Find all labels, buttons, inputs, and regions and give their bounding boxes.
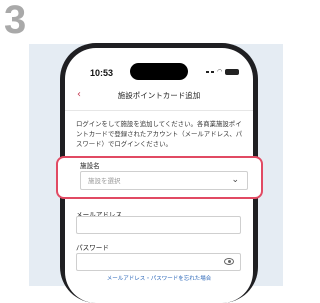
forgot-credentials-link[interactable]: メールアドレス・パスワードを忘れた場合 (65, 274, 253, 282)
battery-icon (225, 69, 239, 75)
signal-icon (206, 71, 209, 73)
wifi-icon: ◠ (217, 68, 223, 75)
chevron-down-icon: ⌄ (231, 175, 239, 185)
facility-placeholder: 施設を選択 (88, 177, 121, 185)
password-field[interactable] (76, 253, 241, 271)
password-label: パスワード (76, 244, 109, 252)
step-number: 3 (4, 0, 27, 42)
facility-select[interactable]: 施設を選択 ⌄ (80, 171, 248, 190)
nav-bar: ‹ 施設ポイントカード追加 (65, 82, 253, 111)
nav-title: 施設ポイントカード追加 (117, 91, 201, 100)
status-time: 10:53 (90, 68, 114, 78)
dynamic-island (130, 63, 188, 80)
email-field[interactable] (76, 216, 241, 234)
signal-icon-2 (211, 71, 214, 73)
facility-label: 施設名 (80, 162, 100, 170)
status-bar: 10:53 ◠ (65, 48, 253, 82)
eye-icon[interactable] (224, 258, 234, 265)
facility-highlight: 施設名 施設を選択 ⌄ (56, 156, 263, 199)
description-text: ログインをして施設を追加してください。各商業施設ポイントカードで登録されたアカウ… (76, 120, 243, 148)
